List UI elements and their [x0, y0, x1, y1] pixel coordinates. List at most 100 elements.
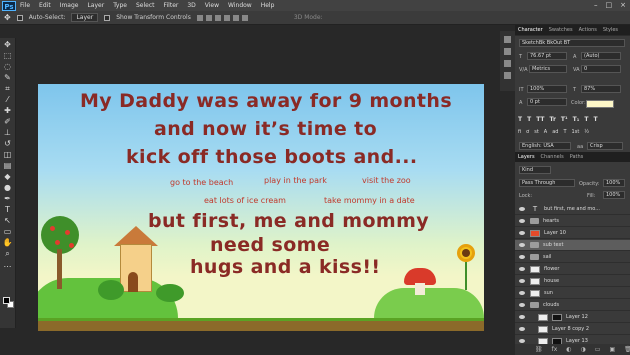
- menu-layer[interactable]: Layer: [87, 2, 104, 9]
- swash-button[interactable]: A: [544, 129, 547, 135]
- horizontal-scale-field[interactable]: 87%: [581, 85, 621, 93]
- auto-select-dropdown[interactable]: Layer: [71, 13, 99, 22]
- more-tools-icon[interactable]: …: [3, 261, 13, 269]
- paragraph-panel-icon[interactable]: [504, 72, 511, 79]
- eye-icon[interactable]: [519, 303, 525, 307]
- eraser-tool-icon[interactable]: ◫: [3, 151, 13, 159]
- lasso-tool-icon[interactable]: ◌: [3, 63, 13, 71]
- align-right-icon[interactable]: [241, 14, 248, 21]
- add-mask-icon[interactable]: ◐: [566, 346, 571, 353]
- tab-paths[interactable]: Paths: [570, 152, 584, 162]
- hand-tool-icon[interactable]: ✋: [3, 239, 13, 247]
- delete-layer-icon[interactable]: 🗑: [624, 346, 630, 353]
- move-tool-icon[interactable]: ✥: [3, 41, 13, 49]
- eye-icon[interactable]: [519, 339, 525, 343]
- align-middle-icon[interactable]: [205, 14, 212, 21]
- marquee-tool-icon[interactable]: ⬚: [3, 52, 13, 60]
- brush-panel-icon[interactable]: [504, 60, 511, 67]
- layer-row[interactable]: sail: [515, 252, 630, 263]
- close-button[interactable]: ×: [620, 1, 626, 9]
- layer-style-icon[interactable]: fx: [552, 346, 558, 353]
- language-dropdown[interactable]: English: USA: [519, 142, 571, 150]
- gradient-tool-icon[interactable]: ▤: [3, 162, 13, 170]
- layer-row[interactable]: Layer 12: [515, 312, 630, 323]
- align-bottom-icon[interactable]: [214, 14, 221, 21]
- layer-row[interactable]: T but first, me and mo...: [515, 204, 630, 215]
- ordinals-button[interactable]: 1st: [572, 129, 580, 135]
- eye-icon[interactable]: [519, 255, 525, 259]
- strikethrough-button[interactable]: T: [593, 116, 597, 123]
- tab-layers[interactable]: Layers: [518, 152, 535, 162]
- quick-select-tool-icon[interactable]: ✎: [3, 74, 13, 82]
- kerning-field[interactable]: Metrics: [529, 65, 567, 73]
- healing-tool-icon[interactable]: ✚: [3, 107, 13, 115]
- auto-select-checkbox[interactable]: [16, 14, 23, 21]
- align-left-icon[interactable]: [223, 14, 230, 21]
- eye-icon[interactable]: [519, 207, 525, 211]
- tracking-field[interactable]: 0: [581, 65, 621, 73]
- dodge-tool-icon[interactable]: ●: [3, 184, 13, 192]
- fractions-button[interactable]: ½: [584, 129, 589, 135]
- tab-styles[interactable]: Styles: [603, 25, 618, 35]
- underline-button[interactable]: T: [584, 116, 588, 123]
- history-panel-icon[interactable]: [504, 36, 511, 43]
- tab-channels[interactable]: Channels: [541, 152, 564, 162]
- menu-window[interactable]: Window: [228, 2, 252, 9]
- ligatures-button[interactable]: fi: [518, 129, 521, 135]
- menu-select[interactable]: Select: [136, 2, 155, 9]
- zoom-tool-icon[interactable]: ⌕: [3, 250, 13, 258]
- menu-type[interactable]: Type: [113, 2, 127, 9]
- crop-tool-icon[interactable]: ⌗: [3, 85, 13, 93]
- show-transform-checkbox[interactable]: [104, 14, 111, 21]
- layer-row[interactable]: house: [515, 276, 630, 287]
- tab-actions[interactable]: Actions: [579, 25, 597, 35]
- align-top-icon[interactable]: [196, 14, 203, 21]
- maximize-button[interactable]: □: [606, 1, 613, 9]
- eyedropper-tool-icon[interactable]: ⁄: [3, 96, 13, 104]
- layer-row[interactable]: Layer 10: [515, 228, 630, 239]
- layer-row[interactable]: sub text: [515, 240, 630, 251]
- document-canvas[interactable]: My Daddy was away for 9 months and now i…: [38, 84, 484, 331]
- leading-field[interactable]: (Auto): [581, 52, 621, 60]
- pen-tool-icon[interactable]: ✒: [3, 195, 13, 203]
- layer-filter-dropdown[interactable]: Kind: [519, 166, 551, 174]
- discretionary-ligatures-button[interactable]: ơ: [526, 129, 529, 135]
- superscript-button[interactable]: T¹: [561, 116, 568, 123]
- faux-bold-button[interactable]: T: [518, 116, 522, 123]
- shape-tool-icon[interactable]: ▭: [3, 228, 13, 236]
- new-layer-icon[interactable]: ▣: [609, 346, 615, 353]
- layer-row[interactable]: Layer 8 copy 2: [515, 324, 630, 335]
- anti-alias-dropdown[interactable]: Crisp: [587, 142, 623, 150]
- layer-row[interactable]: sun: [515, 288, 630, 299]
- small-caps-button[interactable]: Tr: [550, 116, 556, 123]
- history-brush-tool-icon[interactable]: ↺: [3, 140, 13, 148]
- menu-file[interactable]: File: [20, 2, 30, 9]
- subscript-button[interactable]: T₁: [573, 116, 580, 123]
- link-layers-icon[interactable]: ⛓: [535, 346, 543, 353]
- eye-icon[interactable]: [519, 243, 525, 247]
- ornaments-button[interactable]: T: [563, 129, 566, 135]
- eye-icon[interactable]: [519, 267, 525, 271]
- align-center-icon[interactable]: [232, 14, 239, 21]
- eye-icon[interactable]: [519, 219, 525, 223]
- all-caps-button[interactable]: TT: [536, 116, 544, 123]
- layer-row[interactable]: flower: [515, 264, 630, 275]
- blur-tool-icon[interactable]: ◆: [3, 173, 13, 181]
- tab-character[interactable]: Character: [518, 25, 543, 35]
- minimize-button[interactable]: –: [594, 1, 598, 9]
- type-tool-icon[interactable]: T: [3, 206, 13, 214]
- menu-edit[interactable]: Edit: [39, 2, 51, 9]
- brush-tool-icon[interactable]: ✐: [3, 118, 13, 126]
- eye-icon[interactable]: [519, 291, 525, 295]
- stylistic-alternates-button[interactable]: st: [534, 129, 539, 135]
- tab-swatches[interactable]: Swatches: [549, 25, 573, 35]
- move-tool-icon[interactable]: ✥: [4, 13, 11, 22]
- eye-icon[interactable]: [519, 327, 525, 331]
- eye-icon[interactable]: [519, 279, 525, 283]
- menu-view[interactable]: View: [205, 2, 219, 9]
- menu-3d[interactable]: 3D: [187, 2, 195, 9]
- opacity-field[interactable]: 100%: [603, 179, 625, 187]
- foreground-color-swatch[interactable]: [3, 297, 10, 304]
- baseline-shift-field[interactable]: 0 pt: [527, 98, 567, 106]
- fill-field[interactable]: 100%: [603, 191, 625, 199]
